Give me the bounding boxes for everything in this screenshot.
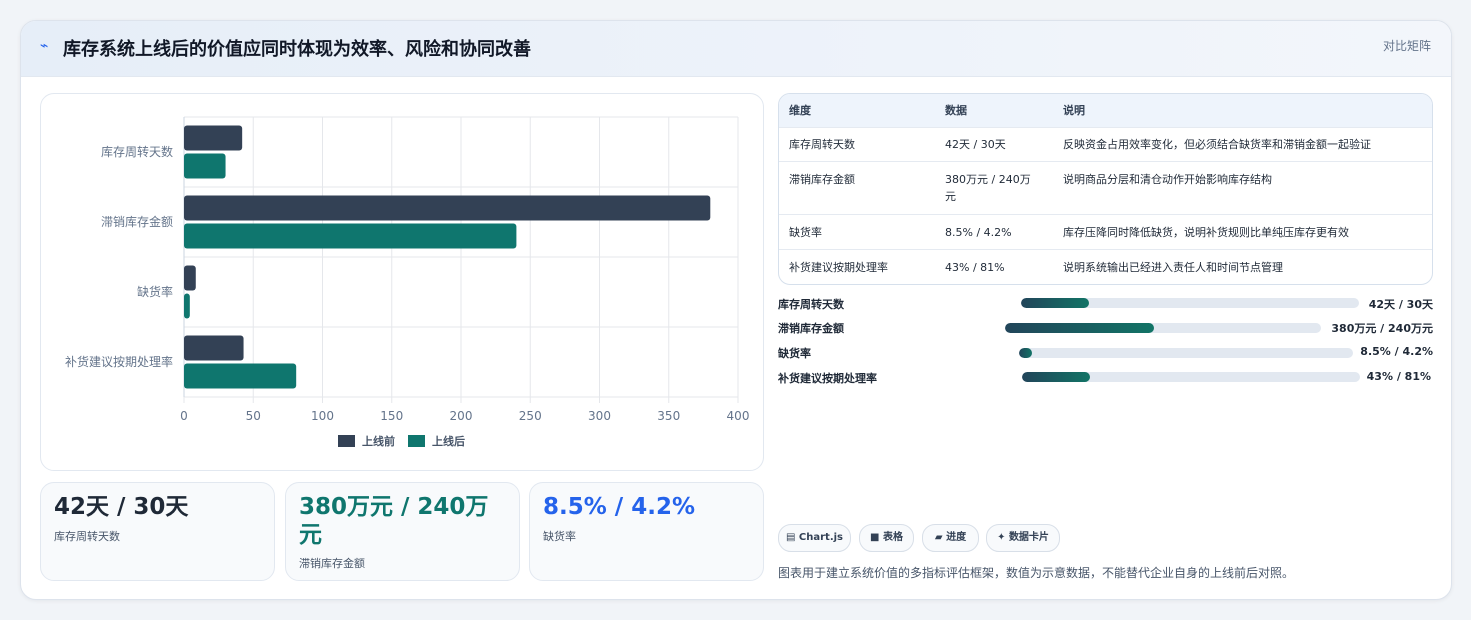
comparison-table: 维度 数据 说明 库存周转天数 42天 / 30天 反映资金占用效率变化，但必须…: [778, 93, 1433, 285]
stat-label: 缺货率: [543, 530, 576, 543]
table-cell: 库存周转天数: [789, 138, 855, 151]
y-category-label: 缺货率: [137, 284, 173, 299]
chip-data-cards[interactable]: ✦ 数据卡片: [986, 524, 1060, 552]
x-tick-label: 400: [727, 409, 750, 423]
card-header: ⌁ 库存系统上线后的价值应同时体现为效率、风险和协同改善 对比矩阵: [21, 21, 1451, 77]
x-tick-label: 150: [380, 409, 403, 423]
x-tick-label: 100: [311, 409, 334, 423]
table-row: 补货建议按期处理率 43% / 81% 说明系统输出已经进入责任人和时间节点管理: [779, 250, 1432, 284]
sparkle-icon: ✦: [997, 532, 1006, 543]
stat-card-turnover: 42天 / 30天 库存周转天数: [40, 482, 275, 581]
table-cell: 43% / 81%: [945, 261, 1005, 274]
progress-icon: ▰: [934, 532, 943, 543]
stat-value: 380万元 / 240万 元: [299, 493, 488, 549]
table-icon: ■: [870, 532, 880, 543]
progress-fill: [1022, 372, 1090, 382]
stat-label: 库存周转天数: [54, 530, 120, 543]
table-header-cell: 数据: [945, 104, 967, 117]
progress-value: 380万元 / 240万元: [1331, 322, 1433, 335]
stat-value: 42天 / 30天: [54, 494, 189, 520]
stat-card-slow-moving: 380万元 / 240万 元 滞销库存金额: [285, 482, 520, 581]
x-tick-label: 200: [450, 409, 473, 423]
progress-track: [1005, 323, 1321, 333]
chart-panel: 0 50 100 150 200 250 300 350 400 库存周转天数 滞销库存金额缺货率补…: [40, 93, 764, 471]
comparison-card: ⌁ 库存系统上线后的价值应同时体现为效率、风险和协同改善 对比矩阵 0 50 100…: [20, 20, 1452, 600]
table-cell: 反映资金占用效率变化，但必须结合缺货率和滞销金额一起验证: [1063, 138, 1371, 151]
bar-before: [184, 125, 243, 151]
legend-swatch: [338, 435, 355, 447]
table-row: 缺货率 8.5% / 4.2% 库存压降同时降低缺货，说明补货规则比单纯压库存更…: [779, 215, 1432, 250]
bar-after: [184, 223, 517, 249]
bar-after: [184, 153, 226, 179]
table-cell: 说明商品分层和清仓动作开始影响库存结构: [1063, 173, 1272, 186]
stat-label: 滞销库存金额: [299, 557, 365, 570]
bar-before: [184, 265, 196, 291]
table-header-row: 维度 数据 说明: [779, 94, 1432, 128]
table-cell: 8.5% / 4.2%: [945, 226, 1012, 239]
comparison-matrix-link[interactable]: 对比矩阵: [1383, 37, 1431, 54]
progress-label: 缺货率: [778, 347, 811, 360]
y-category-label: 补货建议按期处理率: [65, 354, 173, 369]
legend-swatch: [408, 435, 425, 447]
table-row: 库存周转天数 42天 / 30天 反映资金占用效率变化，但必须结合缺货率和滞销金…: [779, 127, 1432, 162]
progress-value: 42天 / 30天: [1368, 298, 1433, 311]
table-cell: 说明系统输出已经进入责任人和时间节点管理: [1063, 261, 1283, 274]
legend-label: 上线后: [432, 434, 465, 448]
legend-label: 上线前: [362, 434, 395, 448]
progress-label: 补货建议按期处理率: [778, 372, 877, 385]
x-tick-label: 350: [657, 409, 680, 423]
progress-track: [1021, 298, 1359, 308]
x-tick-label: 250: [519, 409, 542, 423]
y-category-label: 滞销库存金额: [101, 214, 173, 229]
progress-fill: [1021, 298, 1089, 308]
x-tick-label: 0: [180, 409, 188, 423]
table-header-cell: 维度: [789, 104, 811, 117]
table-cell: 缺货率: [789, 226, 822, 239]
progress-track: [1019, 348, 1353, 358]
table-header-cell: 说明: [1063, 104, 1085, 117]
progress-label: 库存周转天数: [778, 298, 844, 311]
y-category-label: 库存周转天数: [101, 144, 173, 159]
chip-label: 进度: [946, 532, 967, 543]
table-cell: 补货建议按期处理率: [789, 261, 888, 274]
table-cell-line: 元: [945, 190, 956, 203]
chip-label: Chart.js: [798, 532, 844, 543]
chip-table[interactable]: ■ 表格: [859, 524, 914, 552]
progress-value: 43% / 81%: [1366, 370, 1431, 383]
table-cell: 380万元 / 240万 元: [945, 171, 1031, 205]
progress-label: 滞销库存金额: [778, 322, 844, 335]
bar-chart: 0 50 100 150 200 250 300 350 400 库存周转天数滞销库存金额缺货率补…: [65, 116, 750, 448]
x-tick-label: 50: [246, 409, 261, 423]
page-title: 库存系统上线后的价值应同时体现为效率、风险和协同改善: [63, 39, 531, 60]
progress-fill: [1005, 323, 1154, 333]
stat-value-line: 元: [299, 522, 322, 548]
table-cell: 滞销库存金额: [789, 173, 855, 186]
progress-value: 8.5% / 4.2%: [1360, 345, 1433, 358]
progress-track: [1022, 372, 1360, 382]
trend-icon: ⌁: [40, 38, 49, 54]
table-cell: 库存压降同时降低缺货，说明补货规则比单纯压库存更有效: [1063, 226, 1349, 239]
bar-after: [184, 363, 297, 389]
stat-value: 8.5% / 4.2%: [543, 494, 695, 520]
chip-chartjs[interactable]: ▤ Chart.js: [778, 524, 851, 552]
bar-before: [184, 335, 244, 361]
chip-progress[interactable]: ▰ 进度: [922, 524, 979, 552]
chart-icon: ▤: [785, 532, 796, 543]
table-cell: 42天 / 30天: [945, 138, 1006, 151]
stat-card-stockout: 8.5% / 4.2% 缺货率: [529, 482, 764, 581]
stat-value-line: 380万元 / 240万: [299, 494, 489, 520]
bar-before: [184, 195, 711, 221]
progress-fill: [1019, 348, 1033, 358]
chip-label: 数据卡片: [1008, 532, 1049, 543]
footnote: 图表用于建立系统价值的多指标评估框架，数值为示意数据，不能替代企业自身的上线前后…: [778, 566, 1295, 580]
x-tick-label: 300: [588, 409, 611, 423]
table-cell-line: 380万元 / 240万: [945, 173, 1031, 186]
chip-label: 表格: [882, 532, 903, 543]
bar-after: [184, 293, 190, 319]
table-row: 滞销库存金额 380万元 / 240万 元 说明商品分层和清仓动作开始影响库存结…: [779, 162, 1432, 215]
